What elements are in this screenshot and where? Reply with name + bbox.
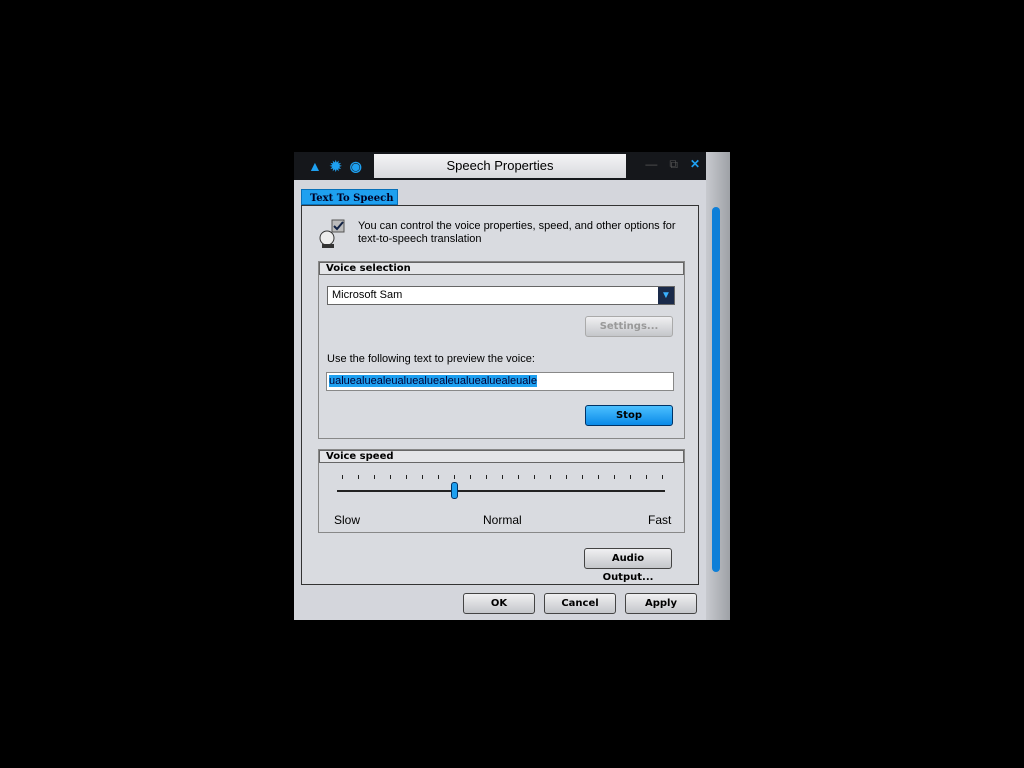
speed-tick	[470, 475, 471, 479]
speed-tick	[582, 475, 583, 479]
speed-tick	[454, 475, 455, 479]
speed-tick	[342, 475, 343, 479]
preview-text-input[interactable]: ualuealuealeualuealuealeualuealuealeuale	[326, 372, 674, 391]
chevron-down-icon[interactable]: ▼	[658, 287, 674, 304]
close-icon[interactable]: ✕	[690, 157, 700, 172]
up-arrow-icon[interactable]: ▲	[308, 158, 322, 175]
speed-tick	[662, 475, 663, 479]
window-title: Speech Properties	[374, 154, 626, 178]
ok-button[interactable]: OK	[463, 593, 535, 614]
speed-tick	[630, 475, 631, 479]
apply-button[interactable]: Apply	[625, 593, 697, 614]
settings-button[interactable]: Settings...	[585, 316, 673, 337]
speed-tick	[438, 475, 439, 479]
tab-panel: You can control the voice properties, sp…	[301, 205, 699, 585]
speed-tick	[518, 475, 519, 479]
restore-icon[interactable]: ⧉	[669, 157, 678, 172]
speech-properties-dialog: ▲ ✹ ◉ Speech Properties — ⧉ ✕ Text To Speech…	[294, 152, 730, 620]
voice-selection-group: Voice selection Microsoft Sam ▼ Settings.…	[318, 261, 685, 439]
speed-tick	[550, 475, 551, 479]
normal-label: Normal	[483, 513, 522, 527]
stop-button[interactable]: Stop	[585, 405, 673, 426]
alien-icon[interactable]: ◉	[350, 158, 362, 175]
speed-tick	[422, 475, 423, 479]
title-bar: ▲ ✹ ◉ Speech Properties — ⧉ ✕	[294, 152, 714, 180]
speech-icon	[319, 219, 345, 248]
speed-tick	[534, 475, 535, 479]
preview-label: Use the following text to preview the vo…	[327, 353, 535, 365]
speed-tick	[502, 475, 503, 479]
speed-tick	[598, 475, 599, 479]
speed-slider-thumb[interactable]	[451, 482, 458, 499]
minimize-icon[interactable]: —	[645, 157, 657, 172]
speed-tick	[406, 475, 407, 479]
speed-tick	[358, 475, 359, 479]
gear-icon[interactable]: ✹	[330, 158, 342, 175]
preview-text: ualuealuealeualuealuealeualuealuealeuale	[329, 375, 537, 387]
voice-select[interactable]: Microsoft Sam ▼	[327, 286, 675, 305]
speed-tick	[486, 475, 487, 479]
speed-tick	[646, 475, 647, 479]
audio-output-button[interactable]: Audio Output...	[584, 548, 672, 583]
tab-text-to-speech[interactable]: Text To Speech	[301, 189, 398, 205]
intro-text: You can control the voice properties, sp…	[358, 220, 676, 245]
speed-tick	[390, 475, 391, 479]
speed-tick	[566, 475, 567, 479]
slow-label: Slow	[334, 513, 361, 527]
speed-tick	[374, 475, 375, 479]
speed-tick	[614, 475, 615, 479]
voice-speed-group: Voice speed Slow Normal Fast	[318, 449, 685, 533]
voice-selection-heading: Voice selection	[319, 262, 684, 275]
voice-speed-heading: Voice speed	[319, 450, 684, 463]
selected-voice: Microsoft Sam	[332, 289, 403, 301]
scrollbar[interactable]	[712, 207, 720, 572]
speed-slider-track[interactable]	[337, 490, 665, 492]
cancel-button[interactable]: Cancel	[544, 593, 616, 614]
fast-label: Fast	[648, 513, 672, 527]
